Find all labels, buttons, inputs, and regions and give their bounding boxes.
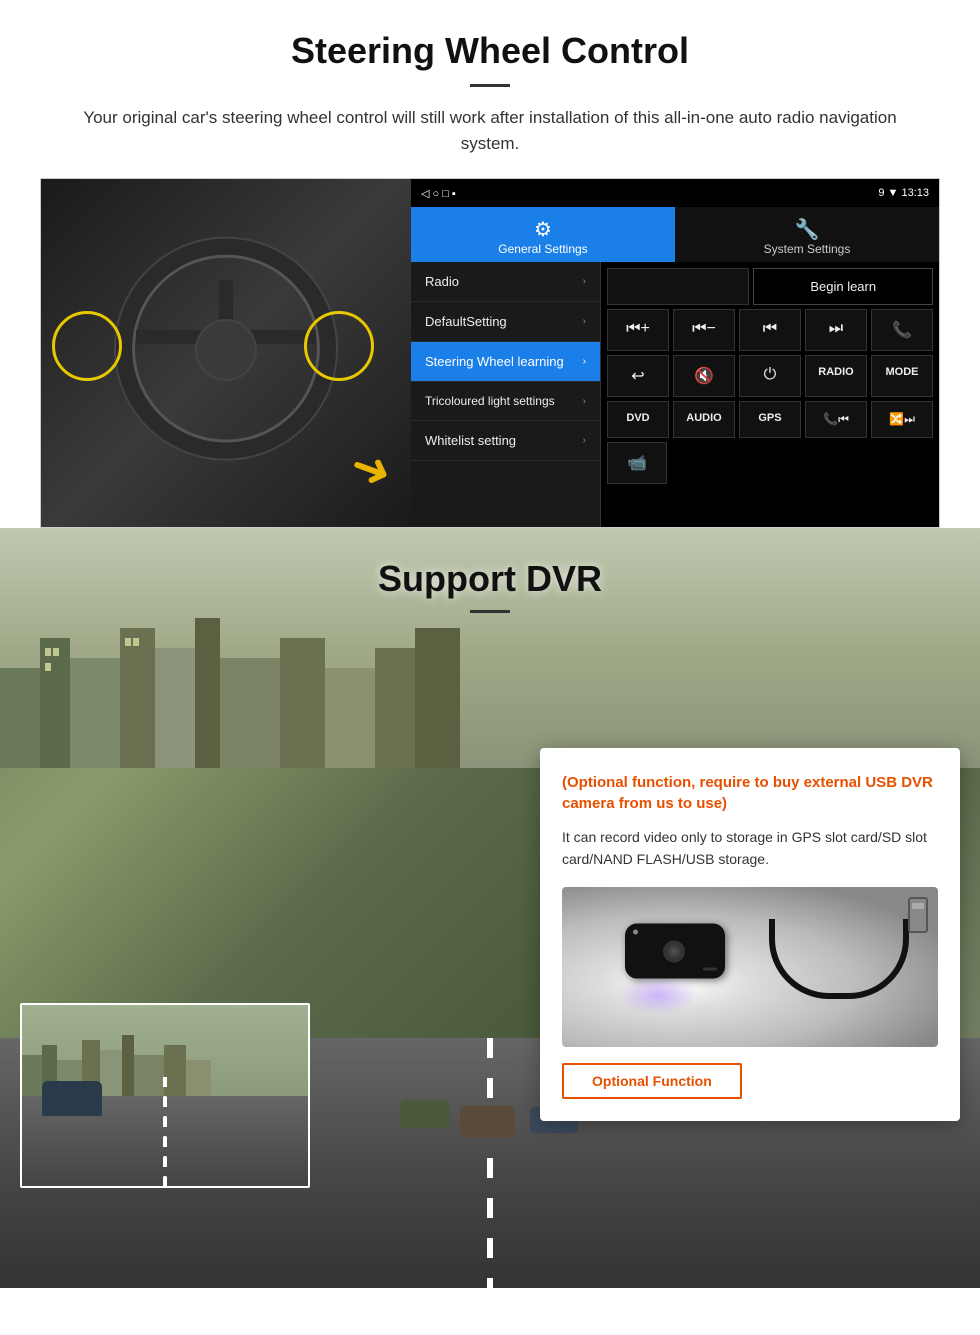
- camera-lens: [663, 940, 685, 962]
- menu-item-whitelist[interactable]: Whitelist setting ›: [411, 421, 600, 461]
- btn-radio[interactable]: RADIO: [805, 355, 867, 397]
- camera-body: [625, 923, 725, 978]
- android-menu: Radio › DefaultSetting › Steering Wheel …: [411, 262, 601, 527]
- menu-radio-arrow: ›: [583, 276, 586, 287]
- usb-plug: [908, 897, 928, 933]
- steering-ui-mockup: ➜ ◁ ○ □ ▪ 9 ▼ 13:13 ⚙ General Settings 🔧…: [40, 178, 940, 528]
- dvr-section: Support DVR (Optional function, require …: [0, 528, 980, 1288]
- preview-center-line: [164, 1096, 167, 1186]
- menu-default-arrow: ›: [583, 316, 586, 327]
- steering-description: Your original car's steering wheel contr…: [80, 105, 900, 156]
- vehicle-1: [400, 1100, 450, 1128]
- btn-shuffle-next[interactable]: 🔀⏭: [871, 401, 933, 438]
- btn-dvr[interactable]: 📹: [607, 442, 667, 484]
- steering-photo-inner: ➜: [41, 179, 411, 527]
- general-settings-icon: ⚙: [411, 217, 675, 242]
- btn-vol-up[interactable]: ⏮+: [607, 309, 669, 351]
- control-row-4: 📹: [607, 442, 933, 484]
- btn-gps[interactable]: GPS: [739, 401, 801, 438]
- dvr-description: It can record video only to storage in G…: [562, 826, 938, 871]
- steering-section: Steering Wheel Control Your original car…: [0, 0, 980, 528]
- btn-phone-prev[interactable]: 📞⏮: [805, 401, 867, 438]
- dvr-camera-preview: [20, 1003, 310, 1188]
- camera-cable: [769, 919, 909, 999]
- dvr-title-area: Support DVR: [0, 528, 980, 633]
- dvr-title: Support DVR: [0, 558, 980, 600]
- tab-system-settings[interactable]: 🔧 System Settings: [675, 207, 939, 262]
- menu-item-default-setting[interactable]: DefaultSetting ›: [411, 302, 600, 342]
- camera-slot: [703, 967, 717, 970]
- btn-audio[interactable]: AUDIO: [673, 401, 735, 438]
- menu-default-label: DefaultSetting: [425, 314, 507, 329]
- title-divider: [470, 84, 510, 87]
- menu-item-radio[interactable]: Radio ›: [411, 262, 600, 302]
- camera-light-beam: [618, 975, 698, 1015]
- begin-learn-button[interactable]: Begin learn: [753, 268, 933, 305]
- left-button-circle: [52, 311, 122, 381]
- camera-indicator: [633, 929, 638, 934]
- steering-photo: ➜: [41, 179, 411, 527]
- android-tabs: ⚙ General Settings 🔧 System Settings: [411, 207, 939, 262]
- btn-vol-down[interactable]: ⏮−: [673, 309, 735, 351]
- vehicle-2: [460, 1106, 515, 1138]
- preview-vehicle: [42, 1081, 102, 1116]
- android-panel: ◁ ○ □ ▪ 9 ▼ 13:13 ⚙ General Settings 🔧 S…: [411, 179, 939, 527]
- android-content: Radio › DefaultSetting › Steering Wheel …: [411, 262, 939, 527]
- menu-tricoloured-arrow: ›: [583, 396, 586, 407]
- btn-power[interactable]: ⏻: [739, 355, 801, 397]
- btn-back[interactable]: ↩: [607, 355, 669, 397]
- btn-mode[interactable]: MODE: [871, 355, 933, 397]
- nav-icons: ◁ ○ □ ▪: [421, 187, 456, 200]
- menu-steering-label: Steering Wheel learning: [425, 354, 564, 369]
- menu-whitelist-arrow: ›: [583, 435, 586, 446]
- menu-radio-label: Radio: [425, 274, 459, 289]
- tab-system-label: System Settings: [764, 242, 851, 256]
- menu-item-tricoloured[interactable]: Tricoloured light settings ›: [411, 382, 600, 421]
- control-row-2: ↩ 🔇 ⏻ RADIO MODE: [607, 355, 933, 397]
- control-row-1: ⏮+ ⏮− ⏮ ⏭ 📞: [607, 309, 933, 351]
- control-row-3: DVD AUDIO GPS 📞⏮ 🔀⏭: [607, 401, 933, 438]
- tab-general-settings[interactable]: ⚙ General Settings: [411, 207, 675, 262]
- steering-center-hub: [195, 319, 257, 381]
- tab-general-label: General Settings: [498, 242, 587, 256]
- system-settings-icon: 🔧: [675, 217, 939, 242]
- android-statusbar: ◁ ○ □ ▪ 9 ▼ 13:13: [411, 179, 939, 207]
- right-button-circle: [304, 311, 374, 381]
- menu-whitelist-label: Whitelist setting: [425, 433, 516, 448]
- dvr-camera-illustration: [562, 887, 938, 1047]
- status-right: 9 ▼ 13:13: [878, 187, 929, 199]
- menu-tricoloured-label: Tricoloured light settings: [425, 394, 555, 408]
- btn-prev-track[interactable]: ⏮: [739, 309, 801, 351]
- btn-dvd[interactable]: DVD: [607, 401, 669, 438]
- dvr-info-card: (Optional function, require to buy exter…: [540, 748, 960, 1121]
- menu-item-steering-learning[interactable]: Steering Wheel learning ›: [411, 342, 600, 382]
- usb-connector: [912, 903, 924, 909]
- road-center-line: [487, 1038, 493, 1288]
- empty-left-cell: [607, 268, 749, 305]
- btn-mute[interactable]: 🔇: [673, 355, 735, 397]
- dvr-divider: [470, 610, 510, 613]
- begin-learn-row: Begin learn: [607, 268, 933, 305]
- dvr-optional-note: (Optional function, require to buy exter…: [562, 772, 938, 814]
- dvr-preview-road: [22, 1005, 308, 1186]
- optional-function-button[interactable]: Optional Function: [562, 1063, 742, 1099]
- steering-title: Steering Wheel Control: [40, 30, 940, 72]
- btn-phone[interactable]: 📞: [871, 309, 933, 351]
- android-buttons-area: Begin learn ⏮+ ⏮− ⏮ ⏭ 📞 ↩ 🔇 ⏻: [601, 262, 939, 527]
- menu-steering-arrow: ›: [583, 356, 586, 367]
- btn-next-track[interactable]: ⏭: [805, 309, 867, 351]
